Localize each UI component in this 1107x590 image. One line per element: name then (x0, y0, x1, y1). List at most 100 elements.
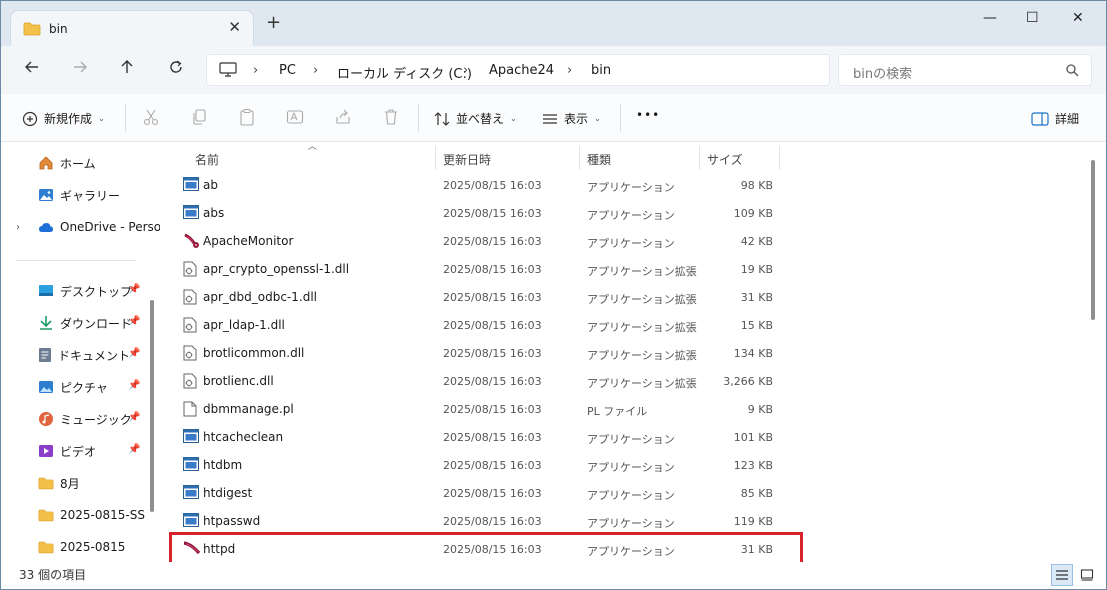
file-row[interactable]: ab 2025/08/15 16:03 アプリケーション 98 KB (170, 171, 790, 199)
column-header-type[interactable]: 種類 (587, 146, 697, 172)
expand-chevron-icon[interactable]: › (16, 222, 20, 233)
pin-icon[interactable]: 📌 (128, 316, 140, 327)
file-type: アプリケーション拡張 (587, 349, 697, 362)
column-header-size[interactable]: サイズ (707, 146, 777, 172)
sort-button[interactable]: 並べ替え ⌄ (434, 110, 517, 127)
rename-icon[interactable] (286, 108, 304, 129)
sidebar-item-documents[interactable]: ドキュメント (38, 344, 130, 366)
pin-icon[interactable]: 📌 (128, 348, 140, 359)
file-type: アプリケーション (587, 209, 675, 222)
details-pane-button[interactable]: 詳細 (1031, 110, 1079, 127)
file-row[interactable]: htdbm 2025/08/15 16:03 アプリケーション 123 KB (170, 451, 790, 479)
more-options-button[interactable]: ••• (636, 108, 660, 122)
pin-icon[interactable]: 📌 (128, 444, 140, 455)
pin-icon[interactable]: 📌 (128, 412, 140, 423)
new-tab-button[interactable]: + (266, 14, 281, 32)
back-button[interactable] (24, 59, 40, 79)
breadcrumb-pc[interactable]: PC (279, 63, 296, 78)
divider (125, 104, 126, 132)
application-icon (183, 205, 199, 222)
up-button[interactable] (119, 59, 135, 79)
breadcrumb-separator[interactable]: › (253, 63, 258, 78)
file-date: 2025/08/15 16:03 (443, 235, 542, 248)
file-size: 119 KB (733, 515, 773, 528)
sidebar-item-desktop[interactable]: デスクトップ (38, 280, 132, 302)
file-row[interactable]: ApacheMonitor 2025/08/15 16:03 アプリケーション 42 … (170, 227, 790, 255)
address-bar[interactable]: › PC › ローカル ディスク (C:) › Apache24 › bin (206, 54, 830, 86)
close-window-button[interactable]: ✕ (1072, 10, 1084, 26)
sidebar-item-gallery[interactable]: ギャラリー (38, 184, 120, 206)
file-row[interactable]: htcacheclean 2025/08/15 16:03 アプリケーション 101 … (170, 423, 790, 451)
sidebar-item-music[interactable]: ミュージック (38, 408, 132, 430)
sidebar-item-onedrive[interactable]: OneDrive - Perso (38, 216, 160, 238)
column-divider[interactable] (435, 146, 436, 170)
pin-icon[interactable]: 📌 (128, 380, 140, 391)
dll-file-icon (183, 317, 197, 336)
tab-close-icon[interactable]: ✕ (228, 18, 241, 36)
file-row[interactable]: brotlienc.dll 2025/08/15 16:03 アプリケーション拡張 3… (170, 367, 790, 395)
cut-icon[interactable] (142, 108, 160, 129)
column-header-date[interactable]: 更新日時 (443, 146, 573, 172)
breadcrumb-local-disk[interactable]: ローカル ディスク (C:) (337, 63, 472, 82)
file-size: 3,266 KB (723, 375, 773, 388)
search-box[interactable]: binの検索 (838, 54, 1092, 86)
refresh-button[interactable] (168, 59, 184, 79)
file-row[interactable]: apr_dbd_odbc-1.dll 2025/08/15 16:03 アプリケーシ… (170, 283, 790, 311)
sidebar-item-folder-ss[interactable]: 2025-0815-SS (38, 504, 145, 526)
sidebar-item-label: ダウンロード (60, 316, 133, 331)
file-row[interactable]: brotlicommon.dll 2025/08/15 16:03 アプリケーション… (170, 339, 790, 367)
breadcrumb-separator[interactable]: › (463, 63, 468, 78)
column-header-name[interactable]: 名前 (195, 146, 435, 172)
arrow-up-icon (121, 60, 133, 73)
column-divider[interactable] (779, 146, 780, 170)
tab-bin[interactable]: bin ✕ (10, 10, 254, 47)
search-icon[interactable] (1065, 63, 1079, 80)
sidebar-item-label: ホーム (60, 156, 96, 171)
picture-icon (39, 381, 53, 393)
minimize-button[interactable]: — (983, 10, 997, 26)
sidebar-item-folder-august[interactable]: 8月 (38, 472, 80, 494)
breadcrumb-separator[interactable]: › (313, 63, 318, 78)
home-icon (39, 156, 53, 170)
file-row[interactable]: apr_crypto_openssl-1.dll 2025/08/15 16:03… (170, 255, 790, 283)
column-divider[interactable] (579, 146, 580, 170)
pc-icon (219, 62, 237, 81)
maximize-button[interactable]: ☐ (1026, 10, 1039, 26)
gallery-icon (39, 189, 53, 201)
sidebar-item-pictures[interactable]: ピクチャ (38, 376, 108, 398)
sidebar-item-label: デスクトップ (60, 284, 133, 299)
file-list-scrollbar[interactable] (1091, 160, 1095, 320)
details-view-button[interactable] (1051, 564, 1073, 586)
sidebar-item-downloads[interactable]: ダウンロード (38, 312, 132, 334)
cloud-icon (39, 223, 53, 232)
breadcrumb-bin[interactable]: bin (591, 63, 611, 78)
file-type: アプリケーション拡張 (587, 377, 697, 390)
column-divider[interactable] (699, 146, 700, 170)
file-date: 2025/08/15 16:03 (443, 431, 542, 444)
file-size: 134 KB (733, 347, 773, 360)
sidebar-item-home[interactable]: ホーム (38, 152, 96, 174)
forward-button[interactable] (72, 59, 88, 79)
share-icon[interactable] (334, 108, 352, 129)
search-input[interactable]: binの検索 (853, 63, 912, 82)
file-row[interactable]: htpasswd 2025/08/15 16:03 アプリケーション 119 KB (170, 507, 790, 535)
sidebar-item-folder-0815[interactable]: 2025-0815 (38, 536, 125, 558)
copy-icon[interactable] (190, 108, 208, 129)
file-row[interactable]: abs 2025/08/15 16:03 アプリケーション 109 KB (170, 199, 790, 227)
folder-icon (38, 509, 54, 521)
breadcrumb-apache24[interactable]: Apache24 (489, 63, 554, 78)
breadcrumb-separator[interactable]: › (567, 63, 572, 78)
delete-icon[interactable] (382, 108, 400, 129)
view-button[interactable]: 表示 ⌄ (542, 110, 601, 127)
paste-icon[interactable] (238, 108, 256, 129)
sidebar-item-videos[interactable]: ビデオ (38, 440, 96, 462)
pin-icon[interactable]: 📌 (128, 284, 140, 295)
file-row[interactable]: dbmmanage.pl 2025/08/15 16:03 PL ファイル 9 KB (170, 395, 790, 423)
sidebar-scrollbar[interactable] (150, 300, 154, 512)
file-row[interactable]: htdigest 2025/08/15 16:03 アプリケーション 85 KB (170, 479, 790, 507)
column-header-label: 更新日時 (443, 153, 492, 167)
large-icons-view-button[interactable] (1076, 564, 1098, 586)
file-date: 2025/08/15 16:03 (443, 291, 542, 304)
new-button[interactable]: 新規作成 ⌄ (22, 110, 105, 127)
file-row[interactable]: apr_ldap-1.dll 2025/08/15 16:03 アプリケーション拡張… (170, 311, 790, 339)
